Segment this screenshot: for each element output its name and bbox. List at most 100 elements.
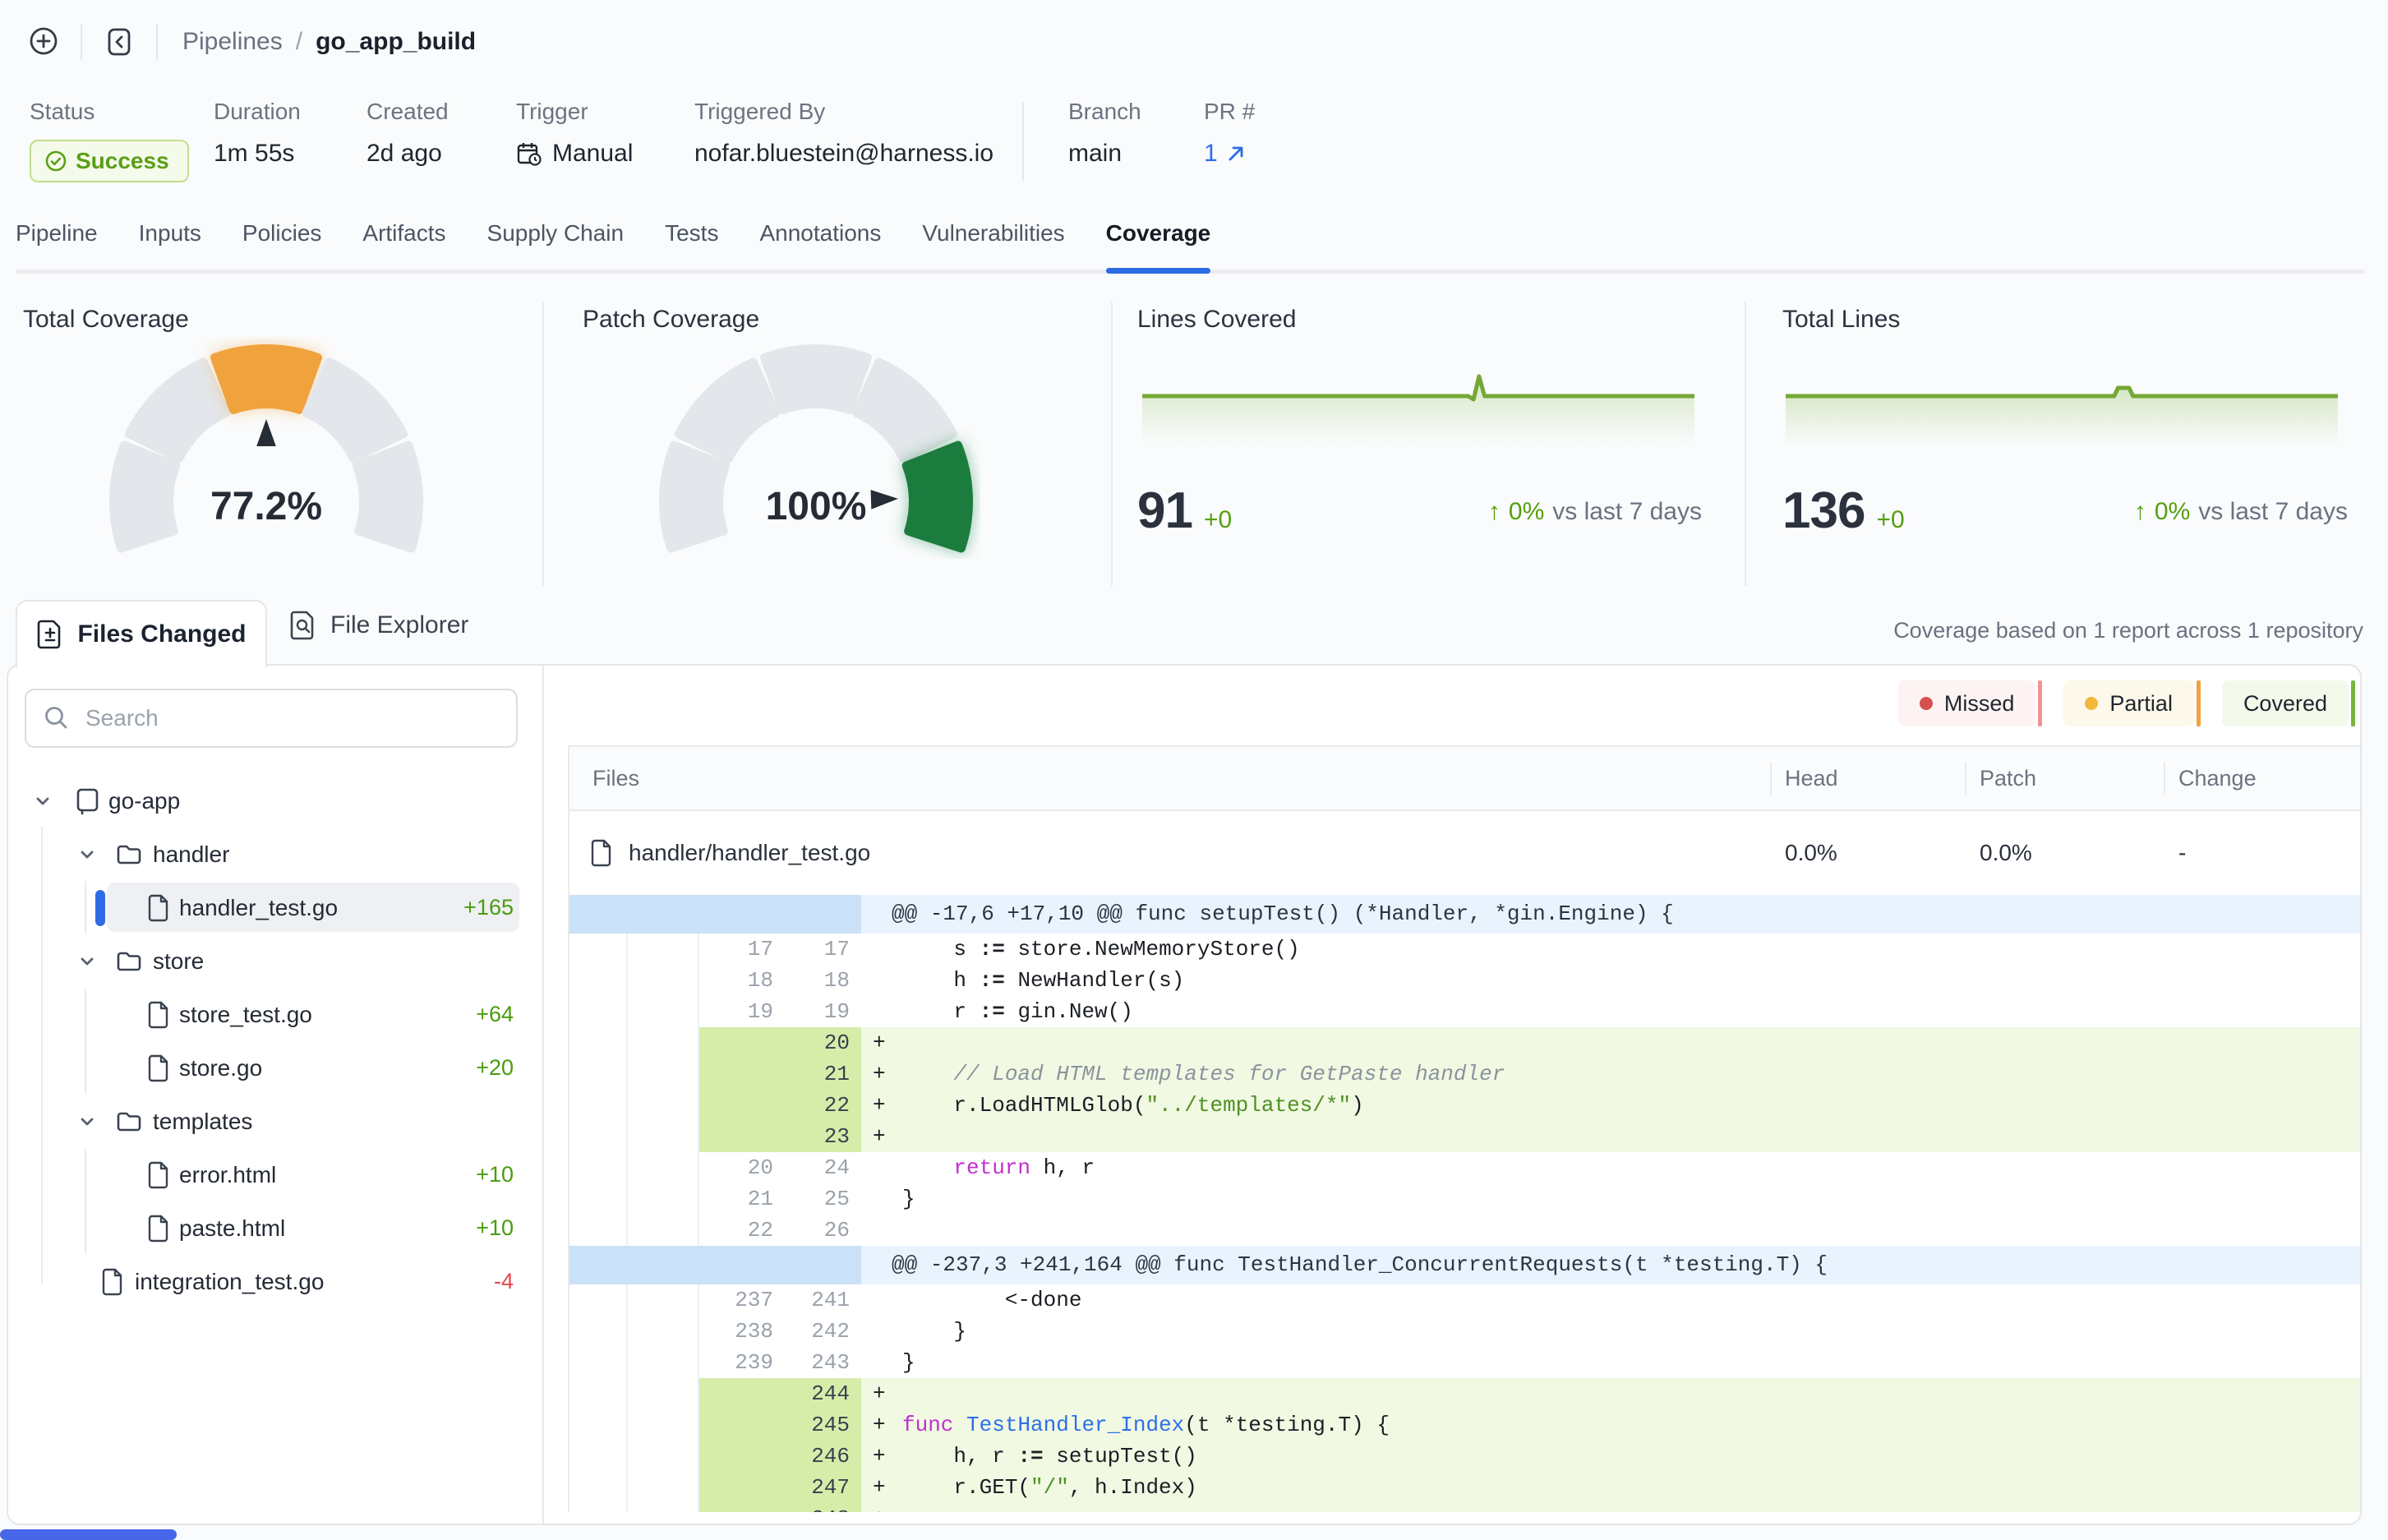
tree-item-templates[interactable]: templates <box>8 1095 542 1148</box>
divider <box>1111 302 1113 586</box>
schedule-icon <box>516 141 542 167</box>
tab-pipeline[interactable]: Pipeline <box>16 220 98 278</box>
file-head-pct: 0.0% <box>1767 840 1962 866</box>
duration-label: Duration <box>214 99 366 125</box>
search-input[interactable] <box>25 689 518 748</box>
create-icon[interactable] <box>25 23 62 61</box>
branch-value: main <box>1068 140 1160 168</box>
file-icon <box>146 1148 171 1201</box>
diff-viewer: @@ -17,6 +17,10 @@ func setupTest() (*Ha… <box>569 895 2360 1512</box>
tree-indent-guide <box>85 1148 86 1253</box>
check-circle-icon <box>44 150 67 173</box>
selected-indicator <box>95 890 105 926</box>
active-tab-underline <box>1106 268 1211 274</box>
file-patch-pct: 0.0% <box>1962 840 2160 866</box>
files-table: Files Head Patch Change handler/handler_… <box>568 745 2360 1512</box>
tree-item-store[interactable]: store <box>8 934 542 988</box>
tree-indent-guide <box>85 988 86 1093</box>
search-box <box>25 689 518 748</box>
total-lines-value: 136 +0 <box>1782 482 1905 540</box>
tree-item-integration-test-go[interactable]: integration_test.go-4 <box>8 1255 542 1308</box>
tab-artifacts[interactable]: Artifacts <box>362 220 445 278</box>
diff-line: 1919 r := gin.New() <box>569 996 2360 1027</box>
branch-label: Branch <box>1068 99 1160 125</box>
diff-line: 238242 } <box>569 1316 2360 1347</box>
tab-policies[interactable]: Policies <box>242 220 321 278</box>
file-change: - <box>2160 840 2360 866</box>
search-icon <box>43 704 71 736</box>
tree-item-store-test-go[interactable]: store_test.go+64 <box>8 988 542 1041</box>
diff-line: 1717 s := store.NewMemoryStore() <box>569 934 2360 965</box>
diff-line: 2125 } <box>569 1183 2360 1215</box>
tree-indent-guide <box>41 827 43 1284</box>
coverage-page: Pipelines / go_app_build Status Success … <box>0 0 2388 1540</box>
breadcrumb-pipelines[interactable]: Pipelines <box>182 28 283 56</box>
column-files: Files <box>569 766 1767 791</box>
diff-line: 239243 } <box>569 1347 2360 1378</box>
diff-line: 248 + <box>569 1503 2360 1512</box>
collapse-sidebar-icon[interactable] <box>100 23 138 61</box>
tree-item-handler-test-go[interactable]: handler_test.go+165 <box>8 881 542 934</box>
lines-covered-sparkline <box>1142 368 1694 450</box>
pr-label: PR # <box>1204 99 1255 125</box>
coverage-note: Coverage based on 1 report across 1 repo… <box>1893 618 2363 643</box>
tab-tests[interactable]: Tests <box>665 220 718 278</box>
file-row[interactable]: handler/handler_test.go 0.0% 0.0% - <box>569 811 2360 895</box>
tab-file-explorer[interactable]: File Explorer <box>289 610 468 641</box>
diff-line: 1818 h := NewHandler(s) <box>569 965 2360 996</box>
triggered-by-label: Triggered By <box>694 99 1005 125</box>
files-changed-icon <box>36 619 64 650</box>
total-lines-sparkline <box>1786 368 2338 450</box>
tree-item-go-app[interactable]: go-app <box>8 774 542 828</box>
total-lines-trend: ↑ 0% vs last 7 days <box>2134 498 2348 526</box>
tree-item-error-html[interactable]: error.html+10 <box>8 1148 542 1201</box>
file-icon <box>146 881 171 934</box>
tab-vulnerabilities[interactable]: Vulnerabilities <box>922 220 1064 278</box>
total-coverage-title: Total Coverage <box>23 306 189 334</box>
divider <box>542 302 544 586</box>
lines-covered-delta: +0 <box>1204 506 1232 534</box>
diff-line: 237241 <-done <box>569 1284 2360 1316</box>
divider <box>1022 102 1024 181</box>
chevron-down-icon <box>76 934 99 988</box>
trigger-label: Trigger <box>516 99 694 125</box>
column-head: Head <box>1767 766 1962 791</box>
breadcrumb: Pipelines / go_app_build <box>25 18 476 66</box>
tree-item-paste-html[interactable]: paste.html+10 <box>8 1201 542 1255</box>
total-coverage-gauge: 77.2% <box>102 337 431 559</box>
folder-icon <box>115 1095 143 1148</box>
status-bar: Status Success Duration 1m 55s Created 2… <box>30 99 1255 182</box>
tab-files-changed[interactable]: Files Changed <box>16 600 267 667</box>
legend-partial[interactable]: Partial <box>2063 680 2201 726</box>
change-count-badge: +10 <box>476 1201 514 1255</box>
diff-line: 20 + <box>569 1027 2360 1058</box>
diff-line: 244 + <box>569 1378 2360 1409</box>
file-icon <box>146 1201 171 1255</box>
divider <box>156 24 158 60</box>
legend-covered[interactable]: Covered <box>2222 680 2355 726</box>
diff-line: 2226 <box>569 1215 2360 1246</box>
column-change: Change <box>2160 766 2360 791</box>
chevron-down-icon <box>76 828 99 881</box>
change-count-badge: +20 <box>476 1041 514 1095</box>
status-label: Status <box>30 99 214 125</box>
pr-link[interactable]: 1 <box>1204 140 1255 168</box>
tree-item-handler[interactable]: handler <box>8 828 542 881</box>
svg-text:100%: 100% <box>766 485 867 528</box>
total-lines-title: Total Lines <box>1782 306 1900 334</box>
divider <box>1745 302 1746 586</box>
legend-missed[interactable]: Missed <box>1898 680 2043 726</box>
svg-text:77.2%: 77.2% <box>210 485 322 528</box>
patch-coverage-title: Patch Coverage <box>583 306 759 334</box>
file-icon <box>146 988 171 1041</box>
tree-item-store-go[interactable]: store.go+20 <box>8 1041 542 1095</box>
change-count-badge: +64 <box>476 988 514 1041</box>
folder-icon <box>115 828 143 881</box>
horizontal-scrollbar-thumb[interactable] <box>0 1529 177 1540</box>
tab-supply-chain[interactable]: Supply Chain <box>487 220 625 278</box>
tab-inputs[interactable]: Inputs <box>139 220 201 278</box>
file-explorer-icon <box>289 610 317 641</box>
tab-annotations[interactable]: Annotations <box>759 220 881 278</box>
created-label: Created <box>366 99 516 125</box>
file-icon <box>100 1255 125 1308</box>
